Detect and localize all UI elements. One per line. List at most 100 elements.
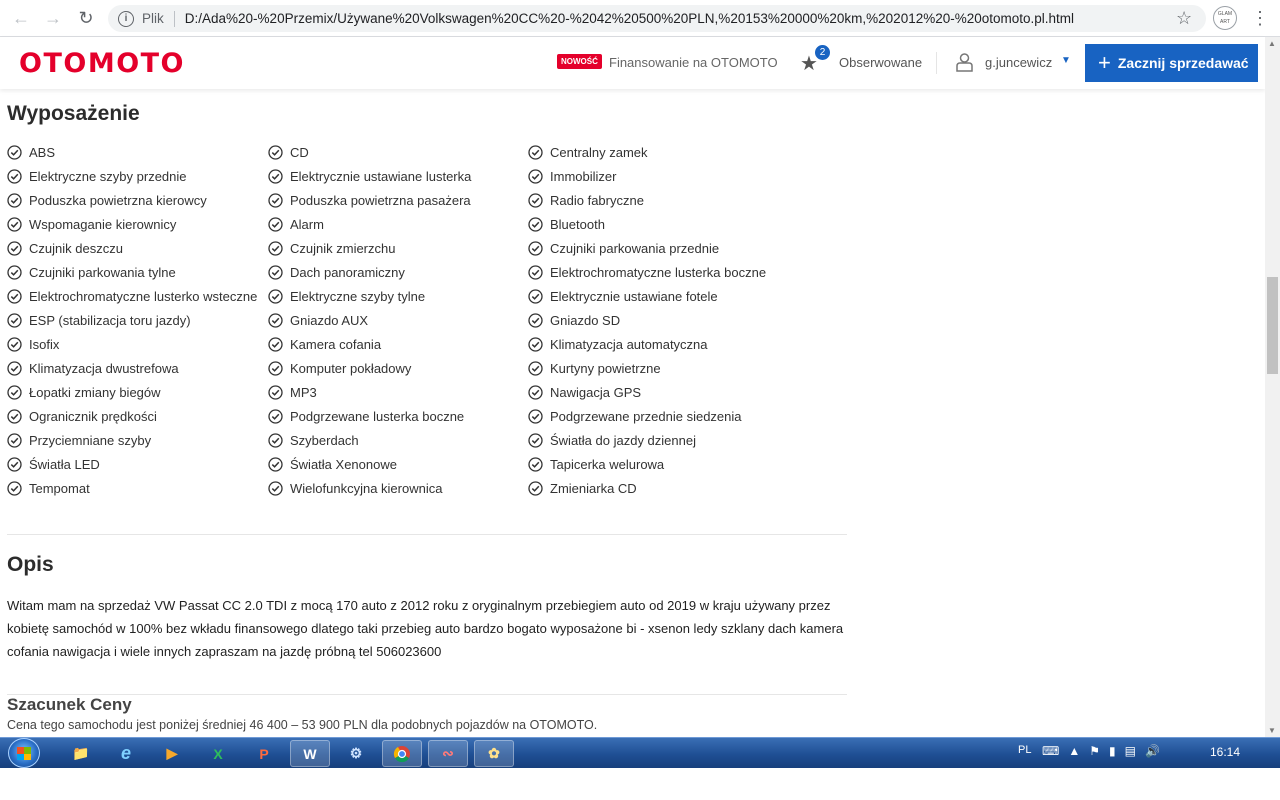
equipment-item-label: Elektrochromatyczne lusterka boczne — [550, 264, 767, 280]
bookmark-star-icon[interactable]: ☆ — [1176, 8, 1192, 29]
reload-button[interactable]: ↻ — [70, 2, 102, 34]
show-hidden-icons-icon[interactable]: ▲ — [1068, 744, 1080, 758]
equipment-item-label: Czujniki parkowania przednie — [550, 240, 720, 256]
user-icon[interactable] — [956, 53, 973, 72]
info-icon[interactable]: i — [118, 10, 134, 27]
equipment-item-label: CD — [290, 144, 309, 160]
app-taskbar-icon[interactable]: ⚙ — [336, 740, 376, 767]
check-circle-icon — [7, 408, 22, 424]
clock[interactable]: 16:14 — [1210, 745, 1240, 759]
address-bar[interactable]: i Plik D:/Ada%20-%20Przemix/Używane%20Vo… — [108, 5, 1206, 32]
word-taskbar-icon[interactable]: W — [290, 740, 330, 767]
plus-icon: + — [1098, 50, 1111, 75]
url-text[interactable]: D:/Ada%20-%20Przemix/Używane%20Volkswage… — [185, 11, 1074, 26]
equipment-item-label: Gniazdo SD — [550, 312, 621, 328]
check-circle-icon — [268, 288, 283, 304]
equipment-item: ESP (stabilizacja toru jazdy) — [7, 308, 268, 332]
check-circle-icon — [7, 144, 22, 160]
listing-content: Wyposażenie ABS CD Centralny zamek Elektryc… — [0, 89, 1265, 737]
chrome-taskbar-icon[interactable] — [382, 740, 422, 767]
volume-icon[interactable]: 🔊 — [1145, 744, 1160, 758]
start-selling-button[interactable]: + Zacznij sprzedawać — [1085, 44, 1258, 82]
excel-taskbar-icon[interactable]: X — [198, 740, 238, 767]
check-circle-icon — [528, 168, 543, 184]
check-circle-icon — [528, 456, 543, 472]
equipment-item-label: Przyciemniane szyby — [29, 432, 152, 448]
start-button[interactable] — [8, 738, 40, 768]
network-signal-icon[interactable]: ▤ — [1125, 744, 1136, 758]
equipment-item-label: Podgrzewane przednie siedzenia — [550, 408, 742, 424]
explorer-taskbar-icon[interactable]: 📁 — [61, 740, 101, 767]
check-circle-icon — [268, 192, 283, 208]
equipment-item-label: ESP (stabilizacja toru jazdy) — [29, 312, 191, 328]
check-circle-icon — [268, 336, 283, 352]
otomoto-logo[interactable]: OTOMOTO — [19, 48, 185, 79]
financing-link[interactable]: Finansowanie na OTOMOTO — [609, 55, 778, 70]
equipment-item: Elektryczne szyby tylne — [268, 284, 528, 308]
equipment-list: ABS CD Centralny zamek Elektryczne szyby pr… — [7, 140, 847, 500]
chevron-down-icon[interactable]: ▼ — [1061, 55, 1071, 66]
equipment-title: Wyposażenie — [7, 102, 140, 125]
profile-avatar[interactable]: GLAM ART — [1213, 6, 1237, 30]
equipment-item-label: Światła LED — [29, 456, 100, 472]
equipment-item: ABS — [7, 140, 268, 164]
scroll-down-icon[interactable]: ▼ — [1268, 726, 1276, 735]
equipment-item: Tempomat — [7, 476, 268, 500]
equipment-item: Bluetooth — [528, 212, 848, 236]
equipment-item: Czujnik deszczu — [7, 236, 268, 260]
battery-icon[interactable]: ▮ — [1109, 744, 1116, 758]
page-scrollbar[interactable]: ▲ ▼ — [1265, 37, 1280, 737]
equipment-item-label: ABS — [29, 144, 56, 160]
check-circle-icon — [7, 384, 22, 400]
scrollbar-thumb[interactable] — [1267, 277, 1278, 374]
equipment-item: Dach panoramiczny — [268, 260, 528, 284]
equipment-item: Isofix — [7, 332, 268, 356]
description-text: Witam mam na sprzedaż VW Passat CC 2.0 T… — [7, 598, 844, 659]
equipment-item-label: Dach panoramiczny — [290, 264, 405, 280]
equipment-item-label: Łopatki zmiany biegów — [29, 384, 161, 400]
action-center-icon[interactable]: ⚑ — [1089, 744, 1100, 758]
check-circle-icon — [528, 312, 543, 328]
scroll-up-icon[interactable]: ▲ — [1268, 39, 1276, 48]
forward-button[interactable]: → — [37, 2, 69, 34]
price-estimate-text: Cena tego samochodu jest poniżej średnie… — [7, 718, 598, 732]
equipment-item: Klimatyzacja automatyczna — [528, 332, 848, 356]
app-taskbar-icon[interactable]: ∾ — [428, 740, 468, 767]
check-circle-icon — [268, 480, 283, 496]
username-label[interactable]: g.juncewicz — [985, 55, 1052, 70]
app-taskbar-icon[interactable]: ✿ — [474, 740, 514, 767]
equipment-item-label: Elektrycznie ustawiane fotele — [550, 288, 718, 304]
equipment-item-label: Wielofunkcyjna kierownica — [290, 480, 443, 496]
equipment-item-label: Radio fabryczne — [550, 192, 644, 208]
keyboard-icon[interactable]: ⌨ — [1042, 744, 1059, 758]
equipment-item-label: Czujniki parkowania tylne — [29, 264, 176, 280]
favorites-link[interactable]: Obserwowane — [839, 55, 922, 70]
equipment-item-label: Elektrochromatyczne lusterko wsteczne — [29, 288, 258, 304]
equipment-item: Czujnik zmierzchu — [268, 236, 528, 260]
equipment-item: Światła do jazdy dziennej — [528, 428, 848, 452]
equipment-item: Łopatki zmiany biegów — [7, 380, 268, 404]
equipment-item: Radio fabryczne — [528, 188, 848, 212]
check-circle-icon — [528, 480, 543, 496]
system-tray: ⌨ ▲ ⚑ ▮ ▤ 🔊 — [1042, 744, 1160, 758]
arrow-left-icon: ← — [12, 7, 30, 28]
media-player-taskbar-icon[interactable]: ▶ — [152, 740, 192, 767]
equipment-item: Centralny zamek — [528, 140, 848, 164]
check-circle-icon — [268, 456, 283, 472]
check-circle-icon — [528, 432, 543, 448]
equipment-item-label: Czujnik deszczu — [29, 240, 123, 256]
internet-explorer-taskbar-icon[interactable]: e — [106, 740, 146, 767]
equipment-item: Światła Xenonowe — [268, 452, 528, 476]
back-button[interactable]: ← — [5, 2, 37, 34]
equipment-item: Tapicerka welurowa — [528, 452, 848, 476]
equipment-item-label: Czujnik zmierzchu — [290, 240, 396, 256]
check-circle-icon — [7, 240, 22, 256]
equipment-item-label: Tapicerka welurowa — [550, 456, 665, 472]
header-divider — [936, 52, 937, 74]
language-indicator[interactable]: PL — [1018, 744, 1031, 756]
equipment-item: Elektrycznie ustawiane fotele — [528, 284, 848, 308]
powerpoint-taskbar-icon[interactable]: P — [244, 740, 284, 767]
equipment-item: Czujniki parkowania przednie — [528, 236, 848, 260]
check-circle-icon — [528, 192, 543, 208]
browser-menu-icon[interactable]: ⋮ — [1251, 8, 1269, 29]
